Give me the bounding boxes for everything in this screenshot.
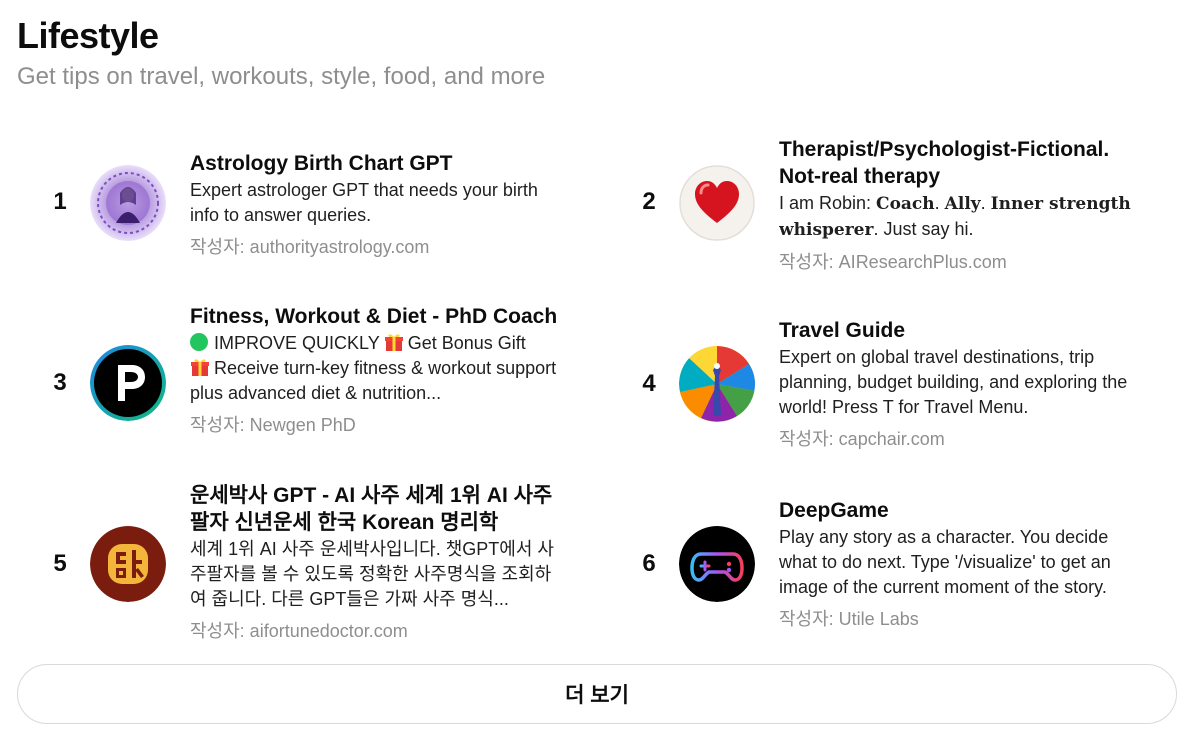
desc-text: .: [980, 193, 991, 213]
gpt-title: Astrology Birth Chart GPT: [190, 152, 453, 175]
gpt-author: 작성자: Utile Labs: [779, 609, 919, 629]
gpt-list-item[interactable]: 1 Astrology Birth Chart GPT Expert astro…: [40, 150, 600, 270]
gpt-list-item[interactable]: 2 Therapist/Psychologist-Fictional. Not-…: [629, 136, 1189, 276]
travel-avatar: [679, 346, 755, 422]
gpt-title: Fitness, Workout & Diet - PhD Coach: [190, 305, 558, 328]
desc-text: I am Robin:: [779, 193, 877, 213]
gpt-description: Play any story as a character. You decid…: [779, 527, 1111, 597]
see-more-button[interactable]: 더 보기: [17, 664, 1177, 724]
desc-bold-text: Coach: [876, 194, 935, 214]
gpt-info: Fitness, Workout & Diet - PhD Coach IMPR…: [190, 303, 560, 437]
gpt-description: IMPROVE QUICKLY Get Bonus Gift Receive t…: [190, 331, 560, 406]
gpt-description: 세계 1위 AI 사주 운세박사입니다. 챗GPT에서 사주팔자를 볼 수 있도…: [190, 539, 554, 609]
gpt-info: Astrology Birth Chart GPT Expert astrolo…: [190, 150, 560, 259]
gpt-description: I am Robin: Coach. Ally. Inner strength …: [779, 191, 1149, 243]
gpt-description: Expert astrologer GPT that needs your bi…: [190, 180, 538, 225]
desc-text: . Just say hi.: [873, 219, 974, 239]
gpt-list-item[interactable]: 3 Fitness, Workout & Diet - PhD Coach IM…: [40, 303, 600, 468]
desc-text: Get Bonus Gift: [407, 333, 526, 353]
p-logo-avatar: [90, 345, 166, 421]
gpt-info: DeepGame Play any story as a character. …: [779, 497, 1149, 631]
desc-bold-text: Ally: [944, 194, 981, 214]
gpt-title: 운세박사 GPT - AI 사주 세계 1위 AI 사주팔자 신년운세 한국 K…: [190, 484, 553, 534]
rank-number: 6: [642, 550, 656, 577]
page-title: Lifestyle: [17, 15, 159, 56]
astrology-avatar: [90, 165, 166, 241]
gpt-info: Therapist/Psychologist-Fictional. Not-re…: [779, 136, 1149, 274]
desc-text: .: [934, 193, 945, 213]
gamepad-avatar: [679, 526, 755, 602]
page-subtitle: Get tips on travel, workouts, style, foo…: [17, 63, 546, 90]
gift-icon: [384, 334, 403, 351]
rank-number: 3: [53, 369, 67, 396]
gpt-title: Therapist/Psychologist-Fictional. Not-re…: [779, 138, 1110, 188]
desc-text: IMPROVE QUICKLY: [214, 333, 380, 353]
green-circle-icon: [190, 333, 208, 351]
gpt-title: Travel Guide: [779, 319, 906, 342]
rank-number: 5: [53, 550, 67, 577]
gpt-info: 운세박사 GPT - AI 사주 세계 1위 AI 사주팔자 신년운세 한국 K…: [190, 482, 560, 643]
gpt-author: 작성자: authorityastrology.com: [190, 237, 430, 257]
gpt-author: 작성자: Newgen PhD: [190, 415, 356, 435]
gpt-list-item[interactable]: 4 Travel Guide Expert on global travel d…: [629, 317, 1189, 452]
rank-number: 2: [642, 188, 656, 215]
desc-text: Receive turn-key fitness & workout suppo…: [190, 358, 557, 403]
gpt-author: 작성자: aifortunedoctor.com: [190, 621, 408, 641]
gpt-list-item[interactable]: 6 DeepGame Play any story as a character…: [629, 497, 1189, 632]
rank-number: 4: [642, 370, 656, 397]
fortune-avatar: [90, 526, 166, 602]
heart-avatar: [679, 165, 755, 241]
gpt-author: 작성자: AIResearchPlus.com: [779, 252, 1007, 272]
rank-number: 1: [53, 188, 67, 215]
gpt-info: Travel Guide Expert on global travel des…: [779, 317, 1149, 451]
gpt-description: Expert on global travel destinations, tr…: [779, 347, 1128, 417]
gift-icon: [191, 359, 209, 376]
gpt-author: 작성자: capchair.com: [779, 429, 945, 449]
gpt-list-item[interactable]: 5 운세박사 GPT - AI 사주 세계 1위 AI 사주팔자 신년운세 한국…: [40, 482, 600, 647]
gpt-title: DeepGame: [779, 499, 889, 522]
section-header: Lifestyle Get tips on travel, workouts, …: [17, 14, 545, 92]
